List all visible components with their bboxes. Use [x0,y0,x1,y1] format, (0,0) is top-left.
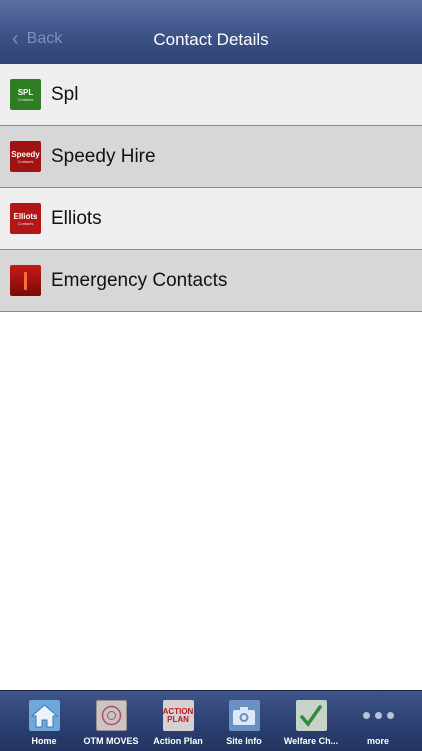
speedy-logo-text: Speedy [11,149,40,159]
list-item-speedy-hire[interactable]: Speedy Contacts Speedy Hire [0,126,422,188]
action-plan-icon-text: ACTION PLAN [162,706,194,724]
spl-logo-subtext: Contacts [17,96,34,102]
list-item-label: Speedy Hire [51,145,156,167]
tab-label: more [366,736,389,746]
contact-list: SPL Contacts Spl Speedy Contacts Speedy … [0,64,422,312]
tab-more[interactable]: more [356,691,400,751]
list-item-label: Spl [51,83,79,105]
checkmark-icon [295,700,327,731]
list-item-label: Emergency Contacts [51,269,228,291]
list-item-label: Elliots [51,207,102,229]
speedy-logo-icon: Speedy Contacts [10,141,41,172]
fire-extinguisher-icon [10,265,41,296]
home-icon [28,700,60,731]
page-title: Contact Details [153,30,269,49]
tab-label: OTM MOVES [83,736,139,746]
elliots-logo-icon: Elliots Contacts [10,203,41,234]
spl-logo-icon: SPL Contacts [10,79,41,110]
navigation-bar: ‹ Back Contact Details [0,0,422,65]
tab-label: Home [31,736,57,746]
tab-label: Site Info [226,736,262,746]
action-plan-icon: ACTION PLAN [162,700,194,731]
tab-home[interactable]: Home [20,691,68,751]
otm-moves-icon [95,700,127,731]
elliots-logo-subtext: Contacts [17,220,34,226]
tab-label: Action Plan [153,736,203,746]
spl-logo-text: SPL [17,87,34,97]
speedy-logo-subtext: Contacts [17,158,34,164]
list-item-elliots[interactable]: Elliots Contacts Elliots [0,188,422,250]
list-item-spl[interactable]: SPL Contacts Spl [0,64,422,126]
more-icon [362,700,394,731]
tab-action-plan[interactable]: ACTION PLAN Action Plan [150,691,206,751]
tab-bar: Home OTM MOVES ACTION PLAN Action Plan S… [0,690,422,751]
tab-welfare-checks[interactable]: Welfare Ch... [282,691,340,751]
list-item-emergency-contacts[interactable]: Emergency Contacts [0,250,422,312]
elliots-logo-text: Elliots [13,211,38,221]
camera-icon [228,700,260,731]
tab-label: Welfare Ch... [283,736,339,746]
tab-site-info[interactable]: Site Info [222,691,266,751]
tab-otm-moves[interactable]: OTM MOVES [80,691,142,751]
